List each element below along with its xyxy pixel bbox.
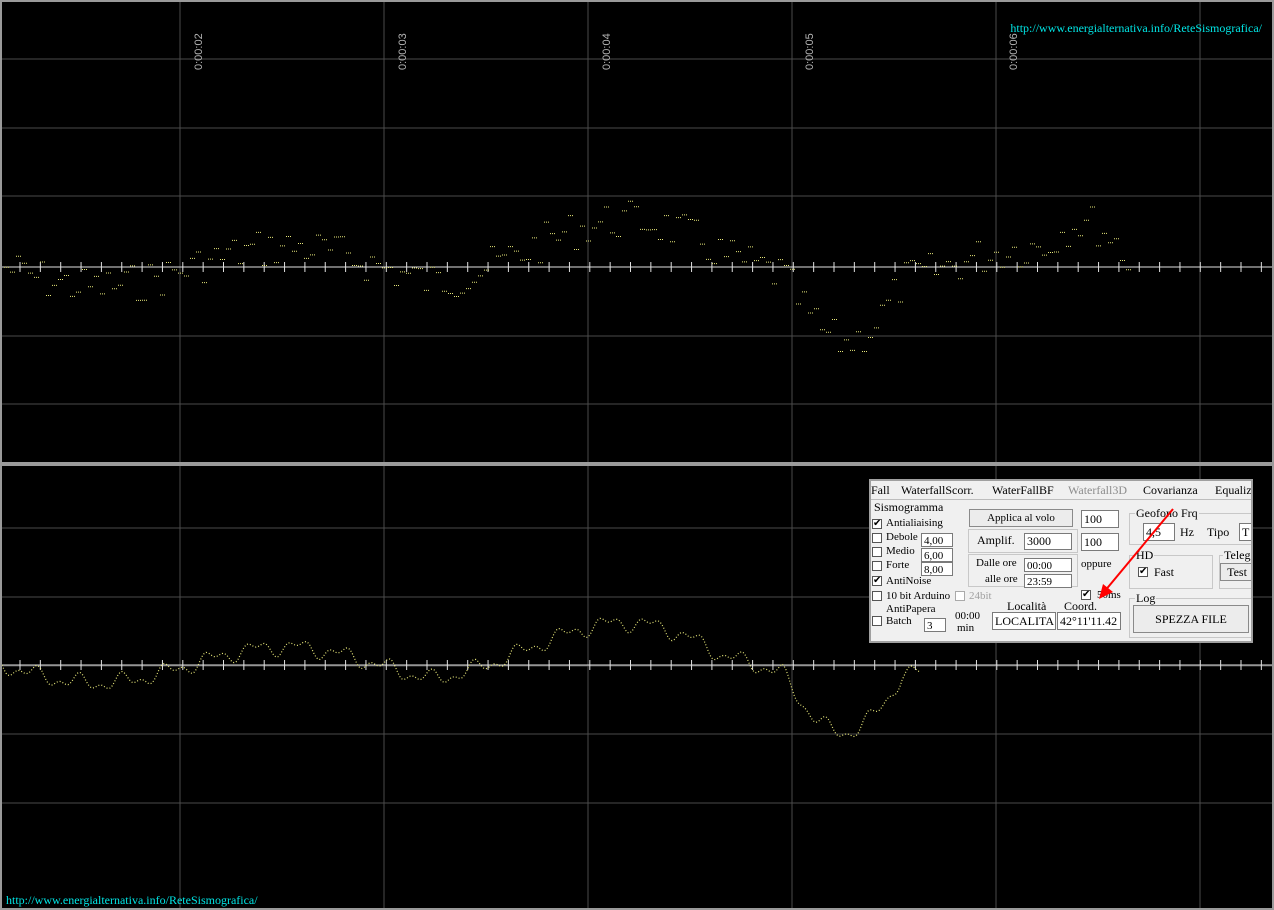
time-label: 0:00:02 — [193, 33, 205, 70]
time-label: 0:00:06 — [1008, 33, 1020, 70]
time-label: 0:00:05 — [804, 33, 816, 70]
bottom-url-label[interactable]: http://www.energialternativa.info/ReteSi… — [6, 893, 258, 908]
time-label: 0:00:04 — [601, 33, 613, 70]
time-label: 0:00:03 — [397, 33, 409, 70]
top-seismogram-panel: http://www.energialternativa.info/ReteSi… — [2, 2, 1272, 462]
top-url-label[interactable]: http://www.energialternativa.info/ReteSi… — [1010, 21, 1262, 36]
top-raw-trace-plot — [2, 2, 1272, 462]
trace-line — [2, 617, 921, 738]
annotation-arrow — [1099, 508, 1174, 599]
control-window: Fall WaterfallScorr. WaterFallBF Waterfa… — [869, 479, 1253, 643]
